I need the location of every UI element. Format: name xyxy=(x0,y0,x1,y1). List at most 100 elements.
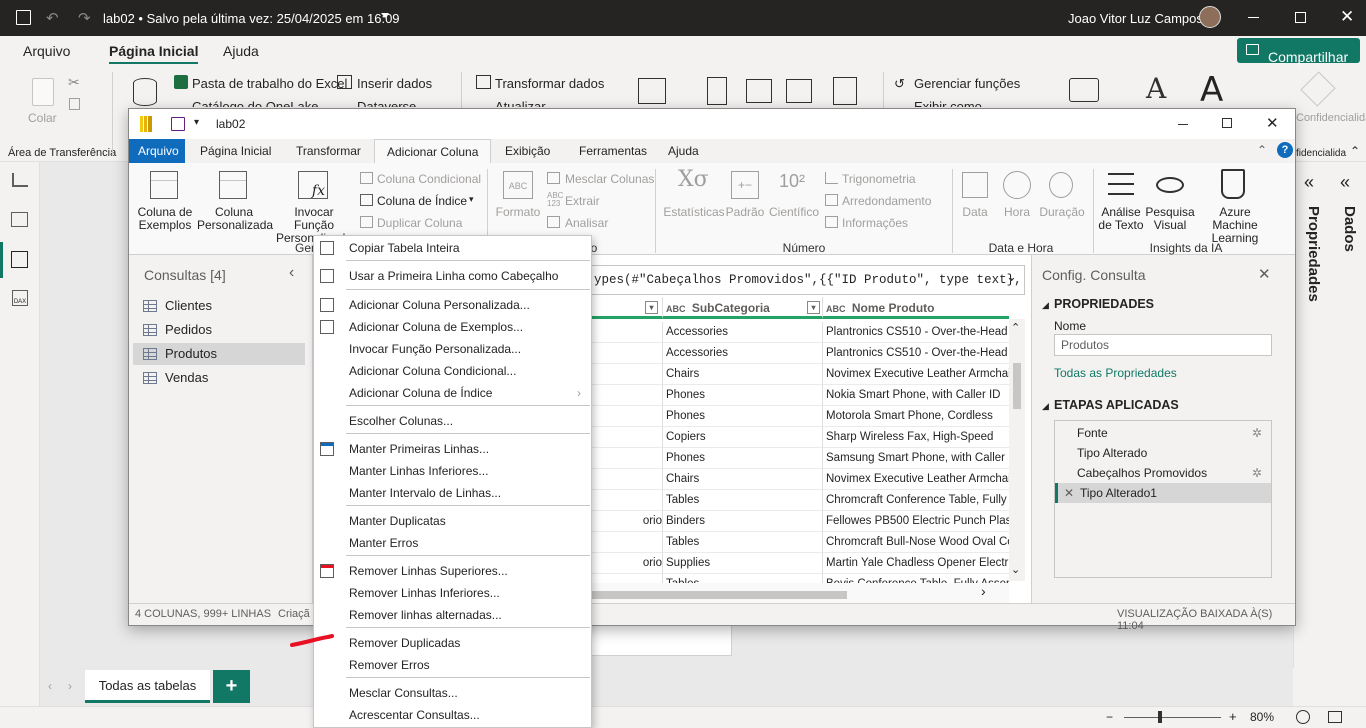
grid-cell[interactable]: Sharp Wireless Fax, High-Speed xyxy=(823,427,1009,448)
tab-pagina-inicial[interactable]: Página Inicial xyxy=(109,43,199,64)
new-visual-icon[interactable] xyxy=(638,78,666,104)
menu-item-adicionar-coluna-de-indice[interactable]: Adicionar Coluna de Índice › xyxy=(314,382,591,404)
all-properties-link[interactable]: Todas as Propriedades xyxy=(1054,366,1177,380)
grid-cell[interactable]: orio xyxy=(589,511,663,532)
pq-tab-exibicao[interactable]: Exibição xyxy=(493,139,562,163)
zoom-in-icon[interactable]: + xyxy=(1229,709,1237,724)
paste-button[interactable]: Colar xyxy=(28,111,57,125)
query-name-input[interactable]: Produtos xyxy=(1054,334,1272,356)
menu-item-remover-linhas-inferiores[interactable]: Remover Linhas Inferiores... xyxy=(314,582,591,604)
collapse-queries-icon[interactable]: ‹ xyxy=(289,264,294,282)
pq-collapse-ribbon-icon[interactable]: ⌃ xyxy=(1257,143,1267,157)
grid-cell[interactable]: Supplies xyxy=(663,553,823,574)
pq-tab-adicionar-coluna[interactable]: Adicionar Coluna xyxy=(374,139,492,164)
step-tipo-alterado[interactable]: Tipo Alterado xyxy=(1055,443,1271,463)
duration-button[interactable]: Duração xyxy=(1035,206,1089,219)
grid-cell[interactable]: Samsung Smart Phone, with Caller ID xyxy=(823,448,1009,469)
refresh-button[interactable]: Atualizar xyxy=(495,99,546,107)
close-settings-icon[interactable]: ✕ xyxy=(1258,265,1271,283)
scroll-right-icon[interactable]: › xyxy=(981,583,986,599)
standard-button[interactable]: Padrão xyxy=(725,206,765,219)
grid-cell[interactable]: Tables xyxy=(663,490,823,511)
grid-cell[interactable]: Plantronics CS510 - Over-the-Head m xyxy=(823,343,1009,364)
redo-icon[interactable]: ↷ xyxy=(78,9,91,27)
grid-cell[interactable] xyxy=(589,385,663,406)
manage-functions-icon[interactable]: ↺ xyxy=(894,76,905,92)
menu-item-adicionar-coluna-condicional[interactable]: Adicionar Coluna Condicional... xyxy=(314,360,591,382)
grid-cell[interactable]: orio xyxy=(589,553,663,574)
hscroll-thumb[interactable] xyxy=(589,591,847,599)
menu-item-remover-erros[interactable]: Remover Erros xyxy=(314,654,591,676)
azure-ml-button[interactable]: Azure Machine Learning xyxy=(1195,206,1275,245)
scroll-thumb[interactable] xyxy=(1013,363,1021,409)
grid-cell[interactable]: Phones xyxy=(663,448,823,469)
menu-item-mesclar-consultas[interactable]: Mesclar Consultas... xyxy=(314,682,591,704)
custom-column-button[interactable]: Coluna Personalizada xyxy=(197,206,273,232)
query-produtos[interactable]: Produtos xyxy=(133,343,305,365)
text-analytics-icon[interactable] xyxy=(1108,173,1134,195)
properties-collapse-icon[interactable]: ◢ xyxy=(1042,300,1049,311)
grid-cell[interactable] xyxy=(589,406,663,427)
grid-cell[interactable]: Chairs xyxy=(663,364,823,385)
format-button[interactable]: Formato xyxy=(493,206,543,219)
menu-item-manter-duplicatas[interactable]: Manter Duplicatas xyxy=(314,510,591,532)
sensitivity-icon[interactable] xyxy=(1300,71,1336,107)
column-filter-icon[interactable]: ▾ xyxy=(645,301,658,314)
grid-cell[interactable]: Novimex Executive Leather Armchair, xyxy=(823,364,1009,385)
zoom-out-icon[interactable]: − xyxy=(1106,710,1113,724)
step-settings-icon[interactable]: ✲ xyxy=(1252,423,1262,443)
report-view-icon[interactable] xyxy=(12,173,28,187)
conditional-column-button[interactable]: Coluna Condicional xyxy=(377,172,481,186)
properties-pane-label[interactable]: Propriedades xyxy=(1305,206,1322,302)
menu-item-invocar-funcao-personalizada[interactable]: Invocar Função Personalizada... xyxy=(314,338,591,360)
grid-cell[interactable]: Chairs xyxy=(663,469,823,490)
grid-cell[interactable]: Novimex Executive Leather Armchair, xyxy=(823,469,1009,490)
menu-item-manter-intervalo-de-linhas[interactable]: Manter Intervalo de Linhas... xyxy=(314,482,591,504)
maximize-icon[interactable] xyxy=(1295,12,1306,23)
grid-cell[interactable] xyxy=(589,532,663,553)
grid-cell[interactable]: Plantronics CS510 - Over-the-Head m xyxy=(823,322,1009,343)
expand-properties-icon[interactable]: « xyxy=(1304,172,1314,193)
grid-cell[interactable] xyxy=(589,469,663,490)
grid-cell[interactable]: Chromcraft Bull-Nose Wood Oval Cor xyxy=(823,532,1009,553)
dataverse-button[interactable]: Dataverse xyxy=(357,99,416,107)
pq-tab-pagina-inicial[interactable]: Página Inicial xyxy=(188,139,283,163)
pq-help-icon[interactable]: ? xyxy=(1277,142,1293,158)
pq-save-icon[interactable] xyxy=(171,117,185,131)
grid-cell[interactable] xyxy=(589,322,663,343)
grid-cell[interactable]: Nokia Smart Phone, with Caller ID xyxy=(823,385,1009,406)
collapse-ribbon-icon[interactable]: ⌃ xyxy=(1350,144,1360,158)
menu-item-escolher-colunas[interactable]: Escolher Colunas... xyxy=(314,410,591,432)
share-button[interactable]: Compartilhar xyxy=(1237,38,1360,65)
grid-cell[interactable]: Fellowes PB500 Electric Punch Plastic xyxy=(823,511,1009,532)
model-view-icon[interactable] xyxy=(11,251,28,268)
menu-item-manter-linhas-inferiores[interactable]: Manter Linhas Inferiores... xyxy=(314,460,591,482)
grid-cell[interactable]: Tables xyxy=(663,532,823,553)
formula-bar[interactable]: ypes(#"Cabeçalhos Promovidos",{{"ID Prod… xyxy=(589,265,1025,295)
matrix-icon[interactable] xyxy=(786,79,812,103)
vision-button[interactable]: Pesquisa Visual xyxy=(1145,206,1195,232)
title-dropdown-icon[interactable] xyxy=(381,13,389,18)
menu-item-usar-a-primeira-linha-como-cabecalho[interactable]: Usar a Primeira Linha como Cabeçalho xyxy=(314,265,591,287)
menu-item-remover-duplicadas[interactable]: Remover Duplicadas xyxy=(314,632,591,654)
information-button[interactable]: Informações xyxy=(842,216,908,230)
statistics-button[interactable]: Estatísticas xyxy=(662,206,726,219)
menu-item-remover-linhas-superiores[interactable]: Remover Linhas Superiores... xyxy=(314,560,591,582)
grid-cell[interactable] xyxy=(589,427,663,448)
column-from-examples-button[interactable]: Coluna de Exemplos xyxy=(134,206,196,232)
calc-icon[interactable] xyxy=(833,77,857,105)
menu-item-copiar-tabela-inteira[interactable]: Copiar Tabela Inteira xyxy=(314,237,591,259)
menu-item-acrescentar-consultas[interactable]: Acrescentar Consultas... xyxy=(314,704,591,726)
vertical-scrollbar[interactable]: ⌃ ⌄ xyxy=(1009,319,1025,581)
trigonometry-button[interactable]: Trigonometria xyxy=(842,172,916,186)
enter-data-icon[interactable] xyxy=(337,75,352,89)
close-icon[interactable]: ✕ xyxy=(1340,7,1354,27)
menu-item-manter-erros[interactable]: Manter Erros xyxy=(314,532,591,554)
transform-data-button[interactable]: Transformar dados xyxy=(495,76,604,91)
paste-icon[interactable] xyxy=(32,78,54,106)
fit-icon[interactable] xyxy=(1296,710,1310,724)
view-as-button[interactable]: Exibir como xyxy=(914,99,982,107)
avatar[interactable] xyxy=(1199,6,1221,28)
onelake-catalog-button[interactable]: Catálogo do OneLake xyxy=(192,99,318,107)
query-pedidos[interactable]: Pedidos xyxy=(133,319,305,341)
